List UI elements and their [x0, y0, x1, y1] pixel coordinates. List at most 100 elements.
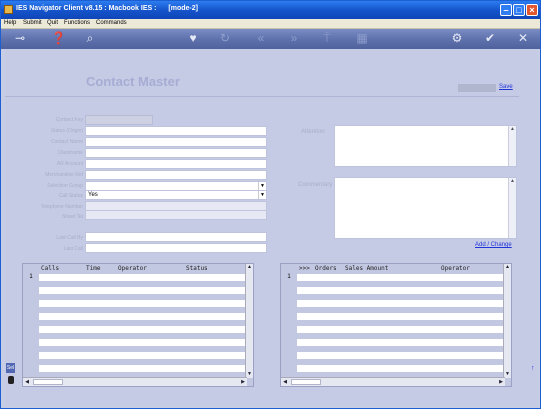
col-status[interactable]: Status [186, 265, 208, 272]
menu-help[interactable]: Help [4, 20, 16, 26]
street-tel-field[interactable] [85, 210, 267, 220]
orders-grid: >>> Orders Sales Amount Operator 1 ▲ ▼ ◀… [280, 263, 512, 387]
merchandise-ref-field[interactable] [85, 170, 267, 180]
side-tab-icon[interactable]: Sel [6, 363, 15, 373]
heart-icon[interactable]: ♥ [186, 31, 200, 45]
save-link[interactable]: Save [499, 84, 513, 90]
scroll-right-icon[interactable]: ▶ [497, 378, 505, 386]
table-row[interactable] [297, 274, 505, 281]
app-icon [4, 5, 13, 14]
rewind-icon[interactable]: « [254, 31, 268, 45]
scroll-right-icon[interactable]: ▶ [239, 378, 247, 386]
row-number: 1 [29, 274, 33, 280]
menu-submit[interactable]: Submit [23, 20, 42, 26]
last-call-by-field[interactable] [85, 232, 267, 242]
table-row[interactable] [39, 300, 247, 307]
table-row[interactable] [39, 287, 247, 294]
contact-name-field[interactable] [85, 137, 267, 147]
add-change-link[interactable]: Add / Change [475, 242, 512, 248]
info-icon[interactable]: ↑ [531, 365, 535, 372]
table-row[interactable] [297, 326, 505, 333]
table-row[interactable] [297, 300, 505, 307]
call-status-select[interactable]: Yes ▼ [85, 190, 267, 200]
table-row[interactable] [297, 339, 505, 346]
table-row[interactable] [39, 274, 247, 281]
table-row[interactable] [297, 352, 505, 359]
menu-quit[interactable]: Quit [47, 20, 58, 26]
ar-account-field[interactable] [85, 159, 267, 169]
calls-vscroll[interactable]: ▲ ▼ [245, 264, 253, 378]
scroll-left-icon[interactable]: ◀ [23, 378, 31, 386]
table-row[interactable] [39, 352, 247, 359]
orders-hscroll[interactable]: ◀ ▶ [281, 377, 505, 386]
scroll-down-icon[interactable]: ▼ [246, 371, 253, 378]
scroll-up-icon[interactable]: ▲ [246, 264, 253, 271]
close-icon[interactable]: ✕ [516, 31, 530, 45]
col-calls[interactable]: Calls [41, 265, 59, 272]
close-button[interactable]: × [526, 4, 538, 16]
orders-grid-body: 1 [281, 273, 505, 376]
table-row[interactable] [39, 339, 247, 346]
table-row[interactable] [297, 365, 505, 372]
calls-grid-header: Calls Time Operator Status [23, 264, 253, 273]
minimize-button[interactable]: – [500, 4, 512, 16]
col-sales-amount[interactable]: Sales Amount [345, 265, 388, 272]
forward-icon[interactable]: » [287, 31, 301, 45]
scroll-thumb[interactable] [291, 379, 321, 385]
search-icon[interactable]: ⌕ [83, 31, 97, 45]
menu-functions[interactable]: Functions [64, 20, 90, 26]
col-operator[interactable]: Operator [118, 265, 147, 272]
scroll-down-icon[interactable]: ▼ [504, 371, 511, 378]
label-selection-group: Selection Group [47, 183, 83, 189]
last-call-field[interactable] [85, 243, 267, 253]
col-operator[interactable]: Operator [441, 265, 470, 272]
refresh-icon[interactable]: ↻ [218, 31, 232, 45]
help-icon[interactable]: ❓ [51, 31, 66, 45]
menu-bar: Help Submit Quit Functions Commands [1, 19, 540, 29]
attention-scrollbar[interactable]: ▲ [508, 126, 516, 166]
check-icon[interactable]: ✔ [483, 31, 497, 45]
menu-commands[interactable]: Commands [96, 20, 127, 26]
table-row[interactable] [297, 287, 505, 294]
clientname-field[interactable] [85, 148, 267, 158]
label-merchandise-ref: Merchandise Ref [45, 172, 83, 178]
scroll-thumb[interactable] [33, 379, 63, 385]
table-row[interactable] [39, 313, 247, 320]
label-attention: Attention [301, 129, 325, 135]
status-origin-field[interactable] [85, 126, 267, 136]
orders-grid-header: >>> Orders Sales Amount Operator [281, 264, 511, 273]
window-mode: [mode-2] [168, 5, 198, 12]
scroll-up-icon[interactable]: ▲ [509, 126, 516, 133]
label-contact-name: Contact Name [51, 139, 83, 145]
table-row[interactable] [39, 326, 247, 333]
table-row[interactable] [39, 365, 247, 372]
form-title: Contact Master [86, 74, 180, 89]
title-divider [5, 96, 519, 97]
commentary-textarea[interactable]: ▲ [334, 177, 517, 239]
scroll-left-icon[interactable]: ◀ [281, 378, 289, 386]
contact-key-field[interactable] [85, 115, 153, 125]
app-window: IES Navigator Client v8.15 : Macbook IES… [0, 0, 541, 409]
chevron-down-icon[interactable]: ▼ [258, 191, 266, 199]
settings-icon[interactable]: ⚙ [450, 31, 464, 45]
tree-icon[interactable]: ⍑ [320, 31, 334, 45]
commentary-scrollbar[interactable]: ▲ [508, 178, 516, 238]
mouse-icon [8, 376, 14, 384]
grid-icon[interactable]: ▦ [355, 31, 369, 45]
maximize-button[interactable]: □ [513, 4, 525, 16]
scroll-up-icon[interactable]: ▲ [504, 264, 511, 271]
label-contact-key: Contact Key [55, 117, 83, 123]
label-street-tel: Street Tel [61, 214, 83, 220]
label-telephone-number: Telephone Number [40, 204, 83, 210]
col-expand[interactable]: >>> [299, 265, 310, 272]
col-time[interactable]: Time [86, 265, 100, 272]
save-badge [458, 84, 496, 92]
scroll-up-icon[interactable]: ▲ [509, 178, 516, 185]
calls-hscroll[interactable]: ◀ ▶ [23, 377, 247, 386]
table-row[interactable] [297, 313, 505, 320]
orders-vscroll[interactable]: ▲ ▼ [503, 264, 511, 378]
key-icon[interactable]: ⊸ [9, 31, 31, 45]
col-orders[interactable]: Orders [315, 265, 337, 272]
attention-textarea[interactable]: ▲ [334, 125, 517, 167]
chevron-down-icon[interactable]: ▼ [258, 182, 266, 190]
